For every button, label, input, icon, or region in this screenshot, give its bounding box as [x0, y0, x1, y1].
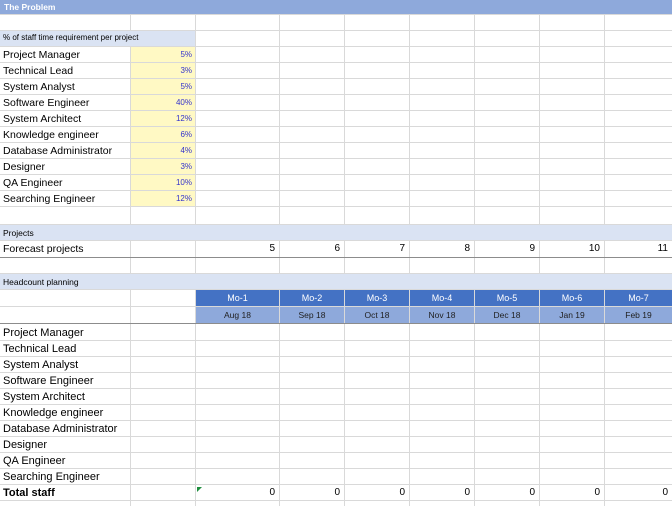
requirement-row: Knowledge engineer 6%: [0, 127, 672, 143]
role-name[interactable]: Software Engineer: [0, 95, 130, 110]
role-name[interactable]: Project Manager: [0, 47, 130, 62]
date-header[interactable]: Oct 18: [345, 307, 409, 323]
role-pct-cell[interactable]: 6%: [131, 127, 195, 142]
blank-row: [0, 258, 672, 274]
total-staff-value[interactable]: 0: [475, 485, 539, 500]
total-staff-value[interactable]: 0: [410, 485, 474, 500]
headcount-role[interactable]: Technical Lead: [0, 341, 130, 356]
role-pct-cell[interactable]: 4%: [131, 143, 195, 158]
requirement-row: System Analyst 5%: [0, 79, 672, 95]
role-name[interactable]: Technical Lead: [0, 63, 130, 78]
role-pct-cell[interactable]: 5%: [131, 47, 195, 62]
forecast-value[interactable]: 11: [605, 241, 672, 257]
month-header-row: Mo-1 Mo-2 Mo-3 Mo-4 Mo-5 Mo-6 Mo-7: [0, 290, 672, 307]
headcount-role[interactable]: Database Administrator: [0, 421, 130, 436]
role-name[interactable]: Database Administrator: [0, 143, 130, 158]
headcount-role[interactable]: Designer: [0, 437, 130, 452]
headcount-row: System Architect: [0, 389, 672, 405]
headcount-row: System Analyst: [0, 357, 672, 373]
headcount-role[interactable]: System Analyst: [0, 357, 130, 372]
date-header[interactable]: Nov 18: [410, 307, 474, 323]
headcount-role[interactable]: Project Manager: [0, 325, 130, 340]
date-header[interactable]: Aug 18: [196, 307, 279, 323]
spreadsheet: The Problem % of staff time requirement …: [0, 0, 672, 506]
headcount-row: Project Manager: [0, 325, 672, 341]
forecast-value[interactable]: 10: [540, 241, 604, 257]
forecast-value[interactable]: 5: [196, 241, 279, 257]
date-header[interactable]: Feb 19: [605, 307, 672, 323]
banner-row: The Problem: [0, 0, 672, 15]
headcount-row: Knowledge engineer: [0, 405, 672, 421]
requirement-row: Project Manager 5%: [0, 47, 672, 63]
requirement-row: Database Administrator 4%: [0, 143, 672, 159]
date-header-row: Aug 18 Sep 18 Oct 18 Nov 18 Dec 18 Jan 1…: [0, 307, 672, 324]
forecast-value[interactable]: 7: [345, 241, 409, 257]
month-header[interactable]: Mo-5: [475, 290, 539, 306]
total-staff-value[interactable]: 0: [280, 485, 344, 500]
role-pct-cell[interactable]: 3%: [131, 159, 195, 174]
headcount-header[interactable]: Headcount planning: [0, 274, 195, 289]
month-header[interactable]: Mo-7: [605, 290, 672, 306]
headcount-role[interactable]: Software Engineer: [0, 373, 130, 388]
projects-header[interactable]: Projects: [0, 225, 195, 240]
role-pct-cell[interactable]: 5%: [131, 79, 195, 94]
month-header[interactable]: Mo-1: [196, 290, 279, 306]
headcount-row: QA Engineer: [0, 453, 672, 469]
headcount-row: Database Administrator: [0, 421, 672, 437]
blank-row: [0, 15, 672, 31]
month-header[interactable]: Mo-3: [345, 290, 409, 306]
requirement-row: Software Engineer 40%: [0, 95, 672, 111]
projects-header-row: Projects: [0, 225, 672, 241]
month-header[interactable]: Mo-4: [410, 290, 474, 306]
forecast-projects-row: Forecast projects 5 6 7 8 9 10 11: [0, 241, 672, 258]
role-name[interactable]: Designer: [0, 159, 130, 174]
headcount-role[interactable]: Searching Engineer: [0, 469, 130, 484]
blank-row: [0, 207, 672, 225]
requirement-row: Searching Engineer 12%: [0, 191, 672, 207]
requirement-row: QA Engineer 10%: [0, 175, 672, 191]
role-pct-cell[interactable]: 40%: [131, 95, 195, 110]
requirement-row: Designer 3%: [0, 159, 672, 175]
headcount-row: Software Engineer: [0, 373, 672, 389]
headcount-row: Technical Lead: [0, 341, 672, 357]
role-name[interactable]: System Analyst: [0, 79, 130, 94]
forecast-value[interactable]: 6: [280, 241, 344, 257]
total-staff-row: Total staff 0 0 0 0 0 0 0: [0, 485, 672, 501]
forecast-value[interactable]: 8: [410, 241, 474, 257]
date-header[interactable]: Dec 18: [475, 307, 539, 323]
role-pct-cell[interactable]: 10%: [131, 175, 195, 190]
month-header[interactable]: Mo-6: [540, 290, 604, 306]
headcount-header-row: Headcount planning: [0, 274, 672, 290]
total-staff-label[interactable]: Total staff: [0, 485, 130, 500]
total-staff-value[interactable]: 0: [196, 485, 279, 500]
role-pct-cell[interactable]: 12%: [131, 111, 195, 126]
role-name[interactable]: Searching Engineer: [0, 191, 130, 206]
headcount-row: Designer: [0, 437, 672, 453]
headcount-role[interactable]: QA Engineer: [0, 453, 130, 468]
headcount-role[interactable]: Knowledge engineer: [0, 405, 130, 420]
total-staff-value[interactable]: 0: [605, 485, 672, 500]
month-header[interactable]: Mo-2: [280, 290, 344, 306]
headcount-row: Searching Engineer: [0, 469, 672, 485]
role-name[interactable]: System Architect: [0, 111, 130, 126]
staff-requirement-header[interactable]: % of staff time requirement per project: [0, 31, 195, 46]
role-name[interactable]: Knowledge engineer: [0, 127, 130, 142]
headcount-role[interactable]: System Architect: [0, 389, 130, 404]
date-header[interactable]: Sep 18: [280, 307, 344, 323]
forecast-projects-label[interactable]: Forecast projects: [0, 241, 130, 257]
forecast-value[interactable]: 9: [475, 241, 539, 257]
date-header[interactable]: Jan 19: [540, 307, 604, 323]
role-pct-cell[interactable]: 3%: [131, 63, 195, 78]
requirement-row: Technical Lead 3%: [0, 63, 672, 79]
role-name[interactable]: QA Engineer: [0, 175, 130, 190]
requirement-row: System Architect 12%: [0, 111, 672, 127]
role-pct-cell[interactable]: 12%: [131, 191, 195, 206]
total-staff-value[interactable]: 0: [540, 485, 604, 500]
staff-requirement-header-row: % of staff time requirement per project: [0, 31, 672, 47]
total-staff-value[interactable]: 0: [345, 485, 409, 500]
sheet-title[interactable]: The Problem: [0, 0, 672, 14]
